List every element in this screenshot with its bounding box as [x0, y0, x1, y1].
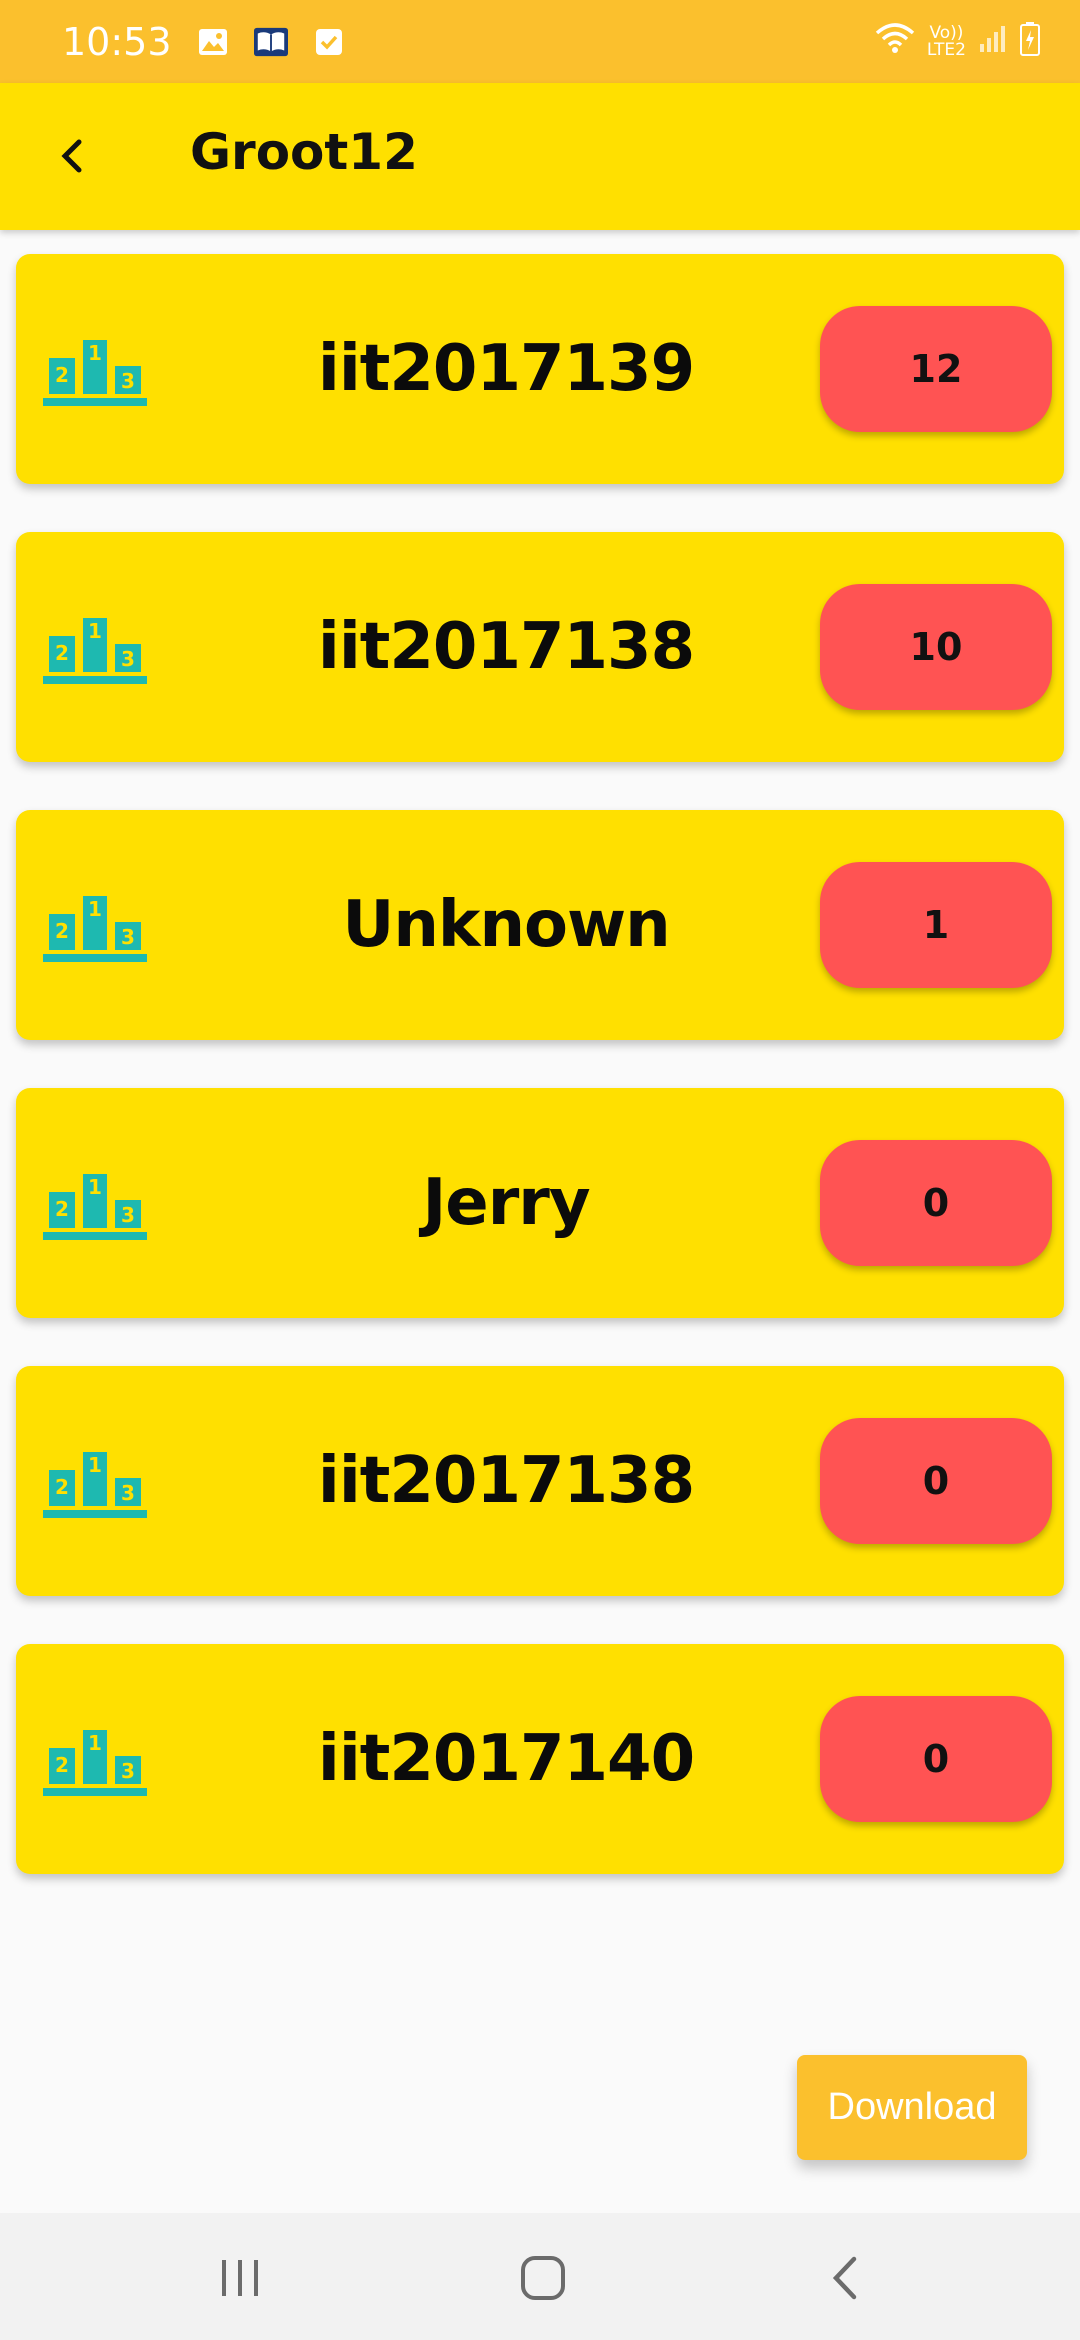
leaderboard-card[interactable]: 2 1 3 Jerry 0 [16, 1088, 1064, 1318]
player-name: iit2017139 [317, 332, 695, 406]
score-badge: 10 [820, 584, 1052, 710]
svg-text:1: 1 [88, 1175, 102, 1199]
svg-text:3: 3 [121, 1481, 135, 1505]
score-badge: 12 [820, 306, 1052, 432]
leaderboard-card[interactable]: 2 1 3 Unknown 1 [16, 810, 1064, 1040]
svg-text:3: 3 [121, 647, 135, 671]
svg-text:3: 3 [121, 369, 135, 393]
arrow-back-icon[interactable] [42, 126, 102, 186]
podium-icon: 213 [43, 1166, 147, 1242]
app-bar: Groot12 [0, 83, 1080, 230]
leaderboard-card[interactable]: 2 1 3 iit2017138 10 [16, 532, 1064, 762]
score-badge: 0 [820, 1696, 1052, 1822]
svg-text:2: 2 [55, 641, 69, 665]
score-badge: 0 [820, 1418, 1052, 1544]
leaderboard-card[interactable]: 2 1 3 iit2017138 0 [16, 1366, 1064, 1596]
navigation-bar [0, 2213, 1080, 2340]
player-name: Jerry [422, 1166, 590, 1240]
network-indicator: Vo)) LTE2 [926, 22, 966, 60]
svg-text:3: 3 [121, 925, 135, 949]
svg-text:1: 1 [88, 1453, 102, 1477]
status-time: 10:53 [62, 19, 172, 64]
player-name: iit2017140 [317, 1722, 695, 1796]
svg-text:2: 2 [55, 363, 69, 387]
svg-text:1: 1 [88, 341, 102, 365]
recent-apps-icon[interactable] [200, 2243, 280, 2313]
podium-icon: 213 [43, 332, 147, 408]
checkbox-icon [312, 25, 346, 59]
svg-text:2: 2 [55, 1475, 69, 1499]
leaderboard-list: 2 1 3 iit2017139 12 2 1 3 iit2017138 10 2 1 3 Unknown… [16, 254, 1064, 1922]
svg-text:3: 3 [121, 1759, 135, 1783]
player-name: Unknown [342, 888, 670, 962]
podium-icon: 213 [43, 610, 147, 686]
wifi-icon [875, 22, 915, 61]
page-title: Groot12 [190, 123, 418, 181]
player-name: iit2017138 [317, 610, 695, 684]
svg-text:2: 2 [55, 1197, 69, 1221]
svg-text:2: 2 [55, 919, 69, 943]
svg-text:3: 3 [121, 1203, 135, 1227]
leaderboard-card[interactable]: 2 1 3 iit2017140 0 [16, 1644, 1064, 1874]
home-icon[interactable] [503, 2243, 583, 2313]
score-badge: 0 [820, 1140, 1052, 1266]
download-button[interactable]: Download [797, 2055, 1027, 2160]
svg-text:1: 1 [88, 897, 102, 921]
book-icon [253, 25, 288, 59]
status-bar: 10:53 Vo)) LTE2 [0, 0, 1080, 83]
podium-icon: 213 [43, 1722, 147, 1798]
podium-icon: 213 [43, 888, 147, 964]
player-name: iit2017138 [317, 1444, 695, 1518]
image-icon [196, 25, 230, 59]
leaderboard-card[interactable]: 2 1 3 iit2017139 12 [16, 254, 1064, 484]
signal-icon [978, 24, 1008, 60]
svg-text:1: 1 [88, 1731, 102, 1755]
svg-text:2: 2 [55, 1753, 69, 1777]
battery-charging-icon [1020, 21, 1040, 62]
svg-text:1: 1 [88, 619, 102, 643]
score-badge: 1 [820, 862, 1052, 988]
podium-icon: 213 [43, 1444, 147, 1520]
back-icon[interactable] [805, 2243, 885, 2313]
